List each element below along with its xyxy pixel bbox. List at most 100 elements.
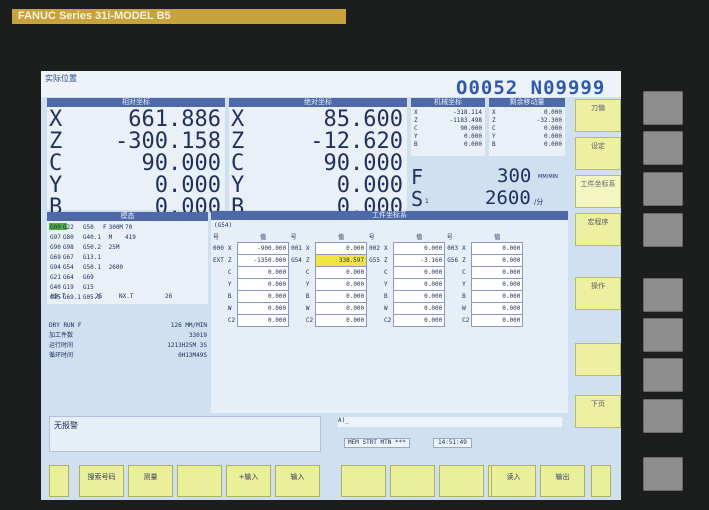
relative-values: 661.886 -300.158 90.000 0.000 0.000 [115,109,221,219]
wcs-cell[interactable]: -3.160 [393,254,446,267]
remaining-move-panel: 剩余移动量 X Z C Y B 0.000 -32.300 0.000 0.00… [489,98,565,156]
wcs-cell[interactable]: 0.000 [393,266,446,279]
wcs-cell[interactable]: 0.000 [471,314,524,327]
softkey-blank-2[interactable] [341,465,386,497]
axis-label: Z [492,117,496,124]
softkey-setting[interactable]: 设定 [575,137,621,170]
wcs-cell[interactable]: 0.000 [315,266,368,279]
axis-label: Z [231,129,245,154]
softkey-return[interactable] [49,465,69,497]
softkey-blank-3[interactable] [390,465,435,497]
axis-label: C [231,151,245,176]
wcs-g54-label: (G54) [214,222,233,229]
machine-coord-panel: 机械坐标 X Z C Y B -318.114 -1183.498 90.000… [411,98,485,156]
wcs-cell[interactable]: 0.000 [315,278,368,291]
softkey-read-in[interactable]: 读入 [491,465,536,497]
axis-label: B [414,141,418,148]
modal-header: 模态 [47,212,208,221]
wcs-cell[interactable]: 0.000 [393,278,446,291]
wcs-cell[interactable]: 0.000 [315,242,368,255]
hardware-softkey-3[interactable] [643,172,683,206]
axis-label: Y [492,133,496,140]
softkey-blank-1[interactable] [177,465,222,497]
wcs-cell[interactable]: 0.000 [315,302,368,315]
dry-run-value: 126 MM/MIN [170,322,207,329]
hardware-softkey-2[interactable] [643,131,683,165]
axis-label: B [492,141,496,148]
softkey-work-coord[interactable]: 工件坐标系 [575,175,621,208]
axis-label: X [414,109,418,116]
softkey-continue[interactable] [591,465,611,497]
softkey-measure[interactable]: 测量 [128,465,173,497]
table-row: C2 0.000 C2 0.000 C2 0.000 C2 0.000 [211,314,524,327]
wcs-cell[interactable]: 0.000 [471,302,524,315]
table-row: 号值号值号值号值 [213,234,501,242]
wcs-cell[interactable]: 0.000 [315,290,368,303]
wcs-cell-selected[interactable]: 338.597 [315,254,368,267]
series-name: Series 31 [58,10,108,22]
wcs-cell[interactable]: 0.000 [237,278,290,291]
run-time-value: 1213H25M 3S [167,342,207,349]
hardware-softkey-6[interactable] [643,318,683,352]
wcs-cell[interactable]: 0.000 [471,242,524,255]
spindle-value: 2600 [485,187,531,209]
spindle-sub: 1 [425,198,429,205]
wcs-cell[interactable]: 0.000 [315,314,368,327]
axis-value: -32.300 [536,117,562,124]
wcs-cell[interactable]: 0.000 [237,302,290,315]
softkey-operation[interactable]: 操作 [575,277,621,310]
hardware-softkey-1[interactable] [643,91,683,125]
wcs-cell[interactable]: 0.000 [471,290,524,303]
wcs-cell[interactable]: 0.000 [237,290,290,303]
wcs-cell[interactable]: 0.000 [393,290,446,303]
softkey-output[interactable]: 输出 [540,465,585,497]
wcs-cell[interactable]: -900.000 [237,242,290,255]
softkey-plus-input[interactable]: +输入 [226,465,271,497]
wcs-cell[interactable]: 0.000 [237,314,290,327]
wcs-cell[interactable]: 0.000 [471,254,524,267]
hardware-softkey-7[interactable] [643,358,683,392]
axis-value: 0.000 [543,141,562,148]
softkey-next-page[interactable]: 下页 [575,395,621,428]
hardware-softkey-9[interactable] [643,457,683,491]
feed-spindle-panel: F 300 MM/MIN S 1 2600 /分 [411,161,565,211]
key-input-buffer[interactable]: A)_ [338,417,562,427]
softkey-blank-right[interactable] [575,343,621,376]
alarm-message-box: 无报警 [49,416,321,452]
nx-tool-value: 26 [165,293,173,300]
softkey-tool-offset[interactable]: 刀偏 [575,99,621,132]
axis-label: X [49,107,63,132]
brand-name: FANUC [18,10,56,22]
remaining-header: 剩余移动量 [489,98,565,107]
softkey-search-number[interactable]: 搜索号码 [79,465,124,497]
axis-label: X [492,109,496,116]
table-row: G00 G22 G50 F 300M 70 [50,224,133,231]
hardware-softkey-8[interactable] [643,399,683,433]
softkey-macro[interactable]: 宏程序 [575,213,621,246]
wcs-cell[interactable]: 0.000 [237,266,290,279]
wcs-cell[interactable]: 0.000 [471,278,524,291]
axis-value: 0.000 [463,141,482,148]
hardware-softkey-4[interactable] [643,213,683,247]
wcs-cell[interactable]: 0.000 [393,314,446,327]
wcs-cell[interactable]: 0.000 [393,302,446,315]
cycle-time-label: 循环时间 [49,352,74,359]
table-row: Y 0.000 Y 0.000 Y 0.000 Y 0.000 [211,278,524,291]
axis-label: Y [231,173,245,198]
model-suffix: i-MODEL B5 [107,10,171,22]
absolute-header: 绝对坐标 [229,98,407,107]
wcs-cell[interactable]: 0.000 [471,266,524,279]
run-time-label: 运行时间 [49,342,74,349]
softkey-blank-4[interactable] [439,465,484,497]
feed-value: 300 [497,165,532,187]
hardware-softkey-5[interactable] [643,278,683,312]
softkey-input[interactable]: 输入 [275,465,320,497]
mode-indicator: MEM [348,439,359,446]
axis-value: 0.000 [154,173,221,198]
axis-label: Z [414,117,418,124]
wcs-cell[interactable]: -1350.000 [237,254,290,267]
mtn-indicator: MTN [380,439,392,446]
wcs-cell[interactable]: 0.000 [393,242,446,255]
program-number: O0052 N09999 [456,77,606,99]
run-status-panel: DRY RUN F 126 MM/MIN 加工件数 33019 运行时间 1213H2… [49,321,207,361]
